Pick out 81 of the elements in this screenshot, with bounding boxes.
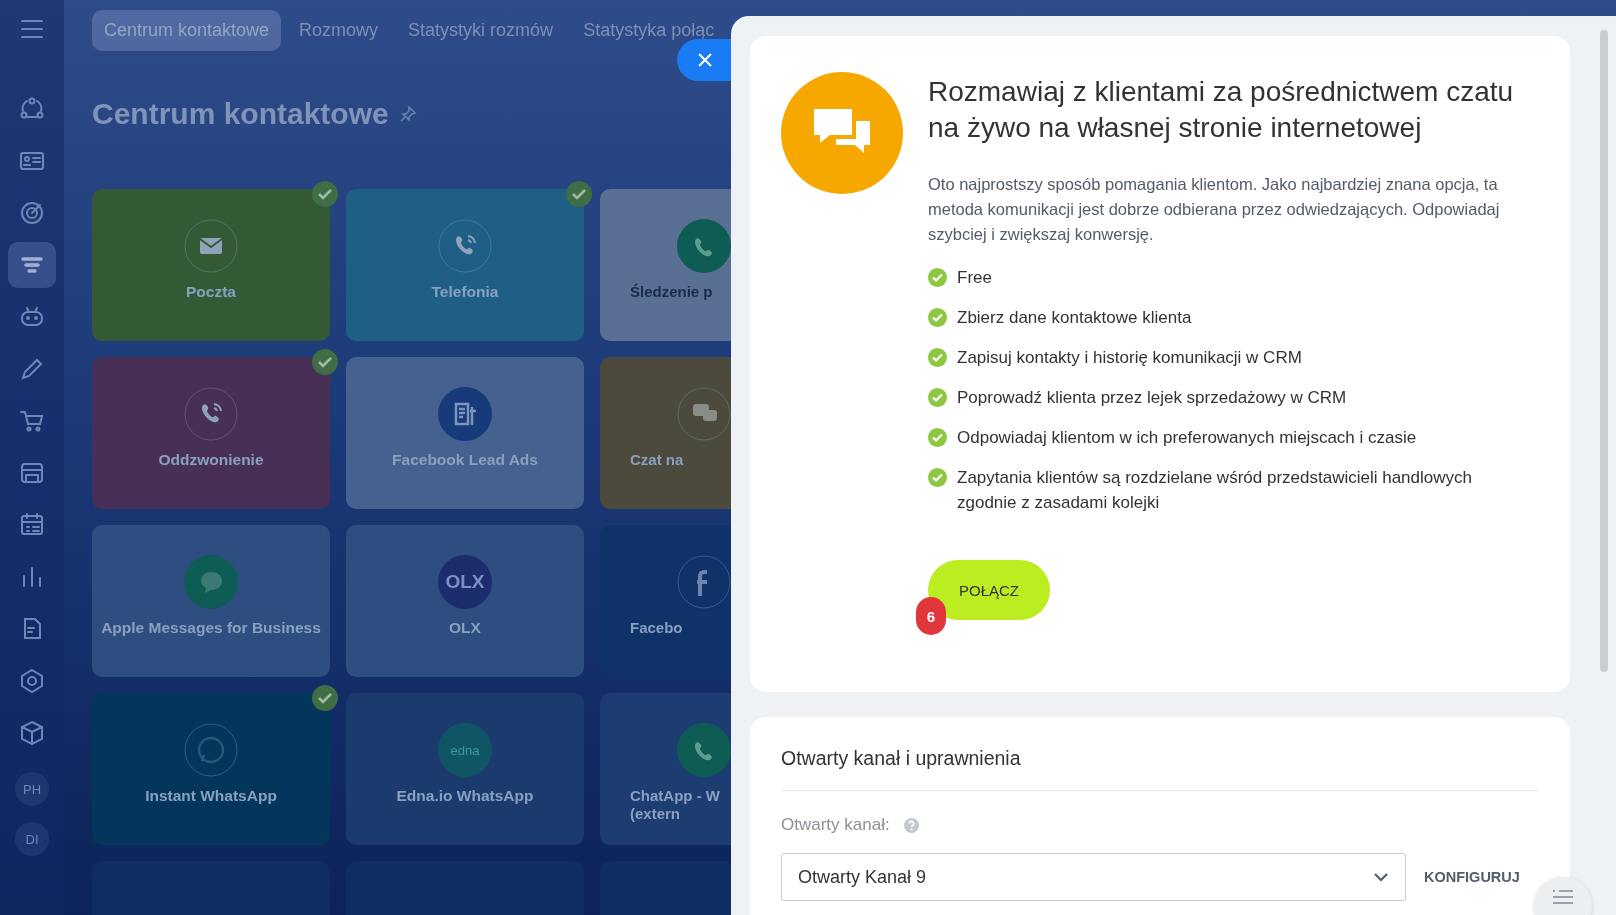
panel-heading: Rozmawiaj z klientami za pośrednictwem czatu na żywo na własnej stronie internetowej <box>928 75 1515 145</box>
channel-tile[interactable]: Facebo <box>600 525 731 677</box>
cart-icon <box>19 408 45 434</box>
store-icon <box>19 460 45 486</box>
form-icon <box>438 387 492 441</box>
tile-label: Apple Messages for Business <box>101 619 321 637</box>
configure-link[interactable]: KONFIGURUJ <box>1424 869 1520 885</box>
scrollbar-thumb[interactable] <box>1600 30 1608 672</box>
check-icon <box>312 685 338 711</box>
chat-bubbles-icon <box>677 387 731 441</box>
brand-logo: edna <box>438 723 492 777</box>
calendar-icon <box>19 512 45 538</box>
check-icon <box>928 388 947 407</box>
feature-text: Zbierz dane kontaktowe klienta <box>957 307 1192 329</box>
tab[interactable]: Rozmowy <box>287 10 391 51</box>
user-avatar[interactable]: PH <box>15 772 49 806</box>
channel-tile[interactable]: Telefonia <box>346 189 584 341</box>
channel-tile[interactable]: Facebook Lead Ads <box>346 357 584 509</box>
list-icon <box>1552 889 1574 905</box>
tile-label: Czat na <box>630 451 684 469</box>
hexagon-icon <box>19 668 45 694</box>
phone-icon <box>438 219 492 273</box>
close-icon <box>697 52 713 68</box>
envelope-icon <box>184 219 238 273</box>
check-icon <box>928 468 947 487</box>
tile-label: Oddzwonienie <box>158 451 264 469</box>
feature-text: Zapytania klientów są rozdzielane wśród przedstawicieli handlowych zgodnie z zasadami kolejki <box>957 467 1473 514</box>
channel-tile[interactable]: Instant WhatsApp <box>92 693 330 845</box>
section-heading: Otwarty kanał i uprawnienia <box>781 747 1022 770</box>
tile-label: Facebook Lead Ads <box>392 451 538 469</box>
channel-tile[interactable]: ChatApp - W (extern <box>600 693 731 845</box>
field-label: Otwarty kanał: <box>781 815 890 835</box>
chevron-down-icon <box>1373 872 1389 882</box>
tile-label: Śledzenie p <box>630 283 713 301</box>
channel-tile[interactable]: Apple Messages for Business <box>92 525 330 677</box>
feature-text: Free <box>957 267 992 289</box>
menu-icon <box>19 18 45 40</box>
close-button[interactable] <box>677 39 731 81</box>
cube-icon <box>19 720 45 746</box>
tile-label: Poczta <box>186 283 236 301</box>
check-icon <box>928 308 947 327</box>
channel-tile[interactable]: OLX OLX <box>346 525 584 677</box>
channel-tile[interactable]: Oddzwonienie <box>92 357 330 509</box>
channel-tile[interactable]: Poczta <box>92 189 330 341</box>
tile-label: OLX <box>449 619 481 637</box>
tile-label: Instant WhatsApp <box>145 787 277 805</box>
feature-text: Zapisuj kontakty i historię komunikacji w CRM <box>957 347 1302 369</box>
tile-label: Facebo <box>630 619 683 637</box>
feature-text: Poprowadź klienta przez lejek sprzedażowy w CRM <box>957 387 1347 409</box>
tile-label: Telefonia <box>431 283 499 301</box>
pin-icon[interactable] <box>398 105 417 123</box>
phone-icon <box>184 387 238 441</box>
check-icon <box>928 268 947 287</box>
letter-f-icon <box>677 555 731 609</box>
page-title: Centrum kontaktowe <box>92 97 389 131</box>
description-text: Oto najprostszy sposób pomagania klientom. Jako najbardziej znana opcja, ta metoda komunikacji jest dobrze odbierana przez odwiedzających. Odpowiadaj szybciej i zwiększaj konwersję. <box>928 174 1501 245</box>
phone-icon <box>677 219 731 273</box>
channel-tile[interactable]: edna Edna.io WhatsApp <box>346 693 584 845</box>
phone-bubble-icon <box>677 723 731 777</box>
speech-bubble-icon <box>184 555 238 609</box>
tab[interactable]: Centrum kontaktowe <box>92 10 282 51</box>
pencil-icon <box>19 356 45 382</box>
check-icon <box>928 428 947 447</box>
check-icon <box>566 181 592 207</box>
feature-text: Odpowiadaj klientom w ich preferowanych miejscach i czasie <box>957 427 1417 449</box>
phone-bubble-icon <box>184 723 238 777</box>
channel-tile[interactable]: Czat na <box>600 357 731 509</box>
tab[interactable]: Statystyki rozmów <box>396 10 566 51</box>
check-icon <box>312 349 338 375</box>
tile-label: ChatApp - W (extern <box>630 787 720 823</box>
channel-tile[interactable]: Śledzenie p <box>600 189 731 341</box>
sidebar-item[interactable] <box>8 242 56 288</box>
tab[interactable]: Statystyka połąc <box>571 10 727 51</box>
target-icon <box>19 200 45 226</box>
check-icon <box>312 181 338 207</box>
check-icon <box>928 348 947 367</box>
brand-logo: OLX <box>438 555 492 609</box>
channel-select[interactable]: Otwarty Kanał 9 <box>781 853 1406 901</box>
tile-label: Edna.io WhatsApp <box>396 787 534 805</box>
user-avatar[interactable]: DI <box>15 822 49 856</box>
count-badge: 6 <box>916 597 946 635</box>
